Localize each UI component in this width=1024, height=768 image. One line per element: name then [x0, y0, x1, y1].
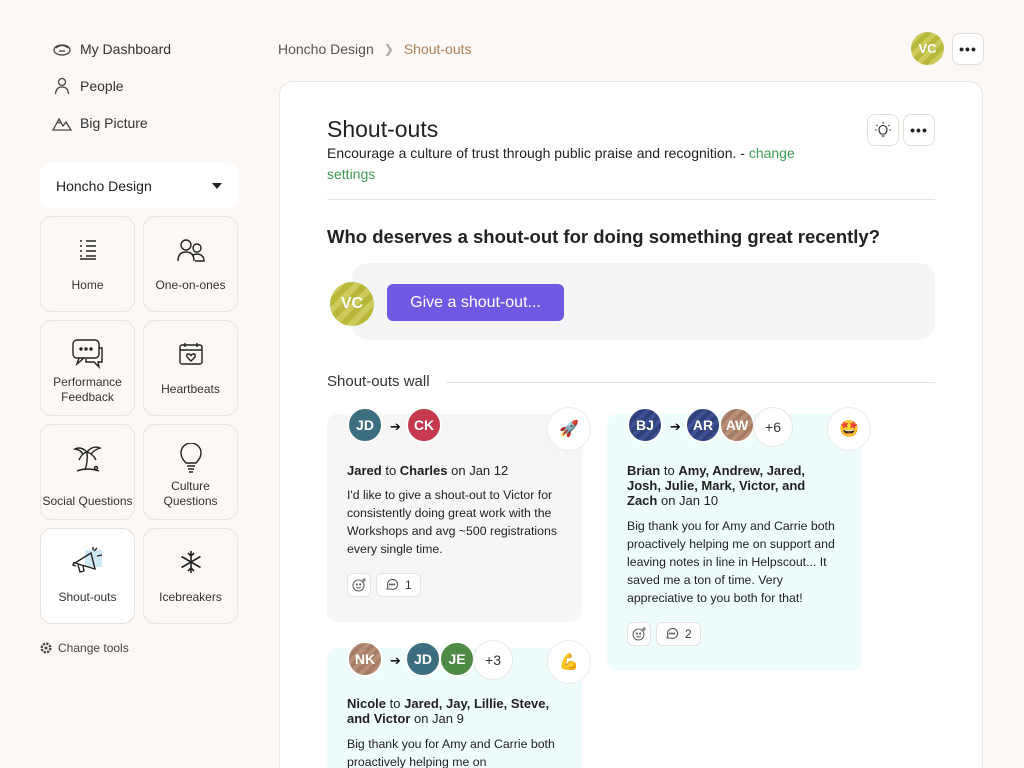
avatar: BJ [627, 407, 663, 443]
person-icon [54, 77, 70, 95]
tool-one-on-ones[interactable]: One-on-ones [143, 216, 238, 312]
tool-label: Social Questions [42, 494, 133, 508]
tips-button[interactable] [867, 114, 899, 146]
shout-out-header: Brian to Amy, Andrew, Jared, Josh, Julie… [627, 463, 806, 508]
more-recipients-badge[interactable]: +6 [753, 407, 793, 447]
tool-performance-feedback[interactable]: Performance Feedback [40, 320, 135, 416]
caret-down-icon [212, 182, 222, 189]
add-reaction-button[interactable] [347, 573, 371, 597]
nav-people[interactable]: People [52, 76, 124, 96]
avatar: AW [719, 407, 755, 443]
chevron-right-icon: ❯ [383, 42, 394, 56]
calendar-heart-icon [178, 343, 203, 365]
arrow-right-icon: ➔ [670, 419, 681, 434]
nav-label: Big Picture [80, 115, 148, 131]
gear-icon [40, 642, 52, 654]
team-name: Honcho Design [56, 177, 152, 194]
compose-avatar: VC [330, 282, 374, 326]
comment-count: 1 [405, 578, 412, 592]
divider [327, 199, 935, 200]
comments-button[interactable]: 1 [376, 573, 421, 597]
give-shout-out-button[interactable]: Give a shout-out... [387, 284, 564, 321]
star-struck-emoji-icon: 🤩 [827, 407, 871, 451]
comment-count: 2 [685, 627, 692, 641]
tool-label: One-on-ones [155, 278, 226, 292]
add-reaction-icon [632, 627, 646, 641]
palm-tree-icon [72, 446, 102, 472]
breadcrumb-current: Shout-outs [403, 41, 472, 57]
tool-icebreakers[interactable]: Icebreakers [143, 528, 238, 624]
user-avatar[interactable]: VC [911, 32, 944, 65]
nav-my-dashboard[interactable]: My Dashboard [52, 39, 171, 59]
tool-home[interactable]: Home [40, 216, 135, 312]
avatar: JD [405, 641, 441, 677]
page-title: Shout-outs [327, 116, 439, 142]
tool-shout-outs[interactable]: Shout-outs [40, 528, 135, 624]
avatar: JD [347, 407, 383, 443]
tool-culture-questions[interactable]: Culture Questions [143, 424, 238, 520]
team-selector[interactable]: Honcho Design [40, 163, 238, 208]
breadcrumb: Honcho Design ❯ Shout-outs [278, 41, 472, 57]
tool-label: Icebreakers [159, 590, 222, 604]
snowflake-icon [180, 551, 201, 573]
card-more-button[interactable]: ••• [903, 114, 935, 146]
wall-title: Shout-outs wall [327, 373, 430, 390]
prompt-question: Who deserves a shout-out for doing somet… [327, 226, 881, 247]
shout-out-body: I'd like to give a shout-out to Victor f… [347, 488, 557, 556]
shout-out-body: Big thank you for Amy and Carrie both pr… [347, 737, 555, 768]
comments-button[interactable]: 2 [656, 622, 701, 646]
arrow-right-icon: ➔ [390, 419, 401, 434]
change-tools-label: Change tools [58, 641, 129, 655]
avatar: AR [685, 407, 721, 443]
nav-big-picture[interactable]: Big Picture [52, 113, 148, 133]
people-icon [176, 239, 205, 262]
avatar: CK [406, 407, 442, 443]
tool-label: Culture Questions [163, 479, 218, 508]
avatar: JE [439, 641, 475, 677]
lightbulb-icon [179, 443, 202, 473]
shout-out-header: Jared to Charles on Jan 12 [347, 463, 509, 478]
change-tools-link[interactable]: Change tools [40, 641, 129, 655]
comment-icon [386, 578, 399, 590]
shout-out-header: Nicole to Jared, Jay, Lillie, Steve, and… [347, 696, 550, 726]
tool-heartbeats[interactable]: Heartbeats [143, 320, 238, 416]
mountain-icon [52, 117, 72, 131]
tool-label: Home [71, 278, 104, 292]
more-dots-icon: ••• [910, 122, 928, 138]
lightbulb-icon [875, 122, 891, 137]
rocket-emoji-icon: 🚀 [547, 407, 591, 451]
arrow-right-icon: ➔ [390, 653, 401, 668]
comment-icon [666, 627, 679, 639]
avatar: NK [347, 641, 383, 677]
nav-label: My Dashboard [80, 41, 172, 57]
tool-social-questions[interactable]: Social Questions [40, 424, 135, 520]
divider [446, 382, 935, 383]
add-reaction-button[interactable] [627, 622, 651, 646]
megaphone-icon [71, 547, 102, 573]
shout-out-body: Big thank you for Amy and Carrie both pr… [627, 519, 835, 605]
page-description: Encourage a culture of trust through pub… [327, 145, 795, 182]
list-icon [79, 240, 96, 260]
nav-label: People [80, 78, 124, 94]
chat-bubbles-icon [71, 339, 103, 370]
breadcrumb-home[interactable]: Honcho Design [278, 41, 374, 57]
tool-label: Performance Feedback [53, 375, 122, 404]
dashboard-icon [53, 44, 71, 56]
add-reaction-icon [352, 578, 366, 592]
more-dots-icon: ••• [959, 41, 977, 57]
more-recipients-badge[interactable]: +3 [473, 640, 513, 680]
tool-label: Shout-outs [58, 590, 117, 604]
flexed-bicep-emoji-icon: 💪 [547, 640, 591, 684]
tool-label: Heartbeats [161, 382, 220, 396]
top-more-button[interactable]: ••• [952, 33, 984, 65]
